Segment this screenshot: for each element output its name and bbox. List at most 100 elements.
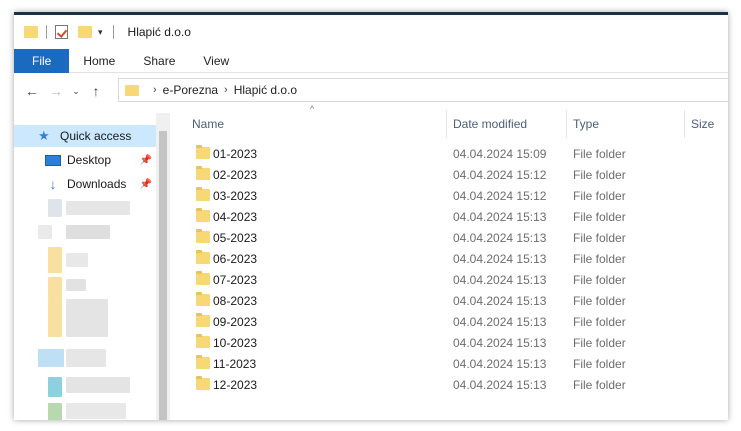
breadcrumb-separator-icon[interactable]: ›: [224, 84, 228, 96]
redacted-nav-label: [66, 279, 86, 291]
column-divider[interactable]: [566, 110, 567, 138]
table-row[interactable]: 02-2023 04.04.2024 15:12 File folder: [184, 164, 728, 185]
table-row[interactable]: 09-2023 04.04.2024 15:13 File folder: [184, 311, 728, 332]
file-date-modified: 04.04.2024 15:13: [453, 210, 547, 224]
file-type: File folder: [573, 357, 626, 371]
redacted-nav-label: [66, 225, 110, 239]
table-row[interactable]: 11-2023 04.04.2024 15:13 File folder: [184, 353, 728, 374]
pin-icon[interactable]: 📌: [140, 179, 152, 190]
folder-icon: [196, 292, 210, 306]
file-name: 07-2023: [213, 273, 258, 287]
file-explorer-window: ▾ Hlapić d.o.o File Home Share View ← → …: [14, 12, 728, 420]
nav-scrollbar-thumb[interactable]: [159, 131, 167, 420]
file-type: File folder: [573, 231, 626, 245]
redacted-nav-label: [66, 403, 126, 419]
file-name: 06-2023: [213, 252, 258, 266]
file-type: File folder: [573, 273, 626, 287]
folder-icon: [24, 26, 38, 38]
folder-icon: [196, 313, 210, 327]
table-row[interactable]: 05-2023 04.04.2024 15:13 File folder: [184, 227, 728, 248]
folder-icon: [196, 250, 210, 264]
download-icon: ↓: [49, 176, 57, 192]
desktop-icon: [45, 154, 61, 166]
file-date-modified: 04.04.2024 15:13: [453, 357, 547, 371]
file-type: File folder: [573, 315, 626, 329]
redacted-nav-label: [66, 253, 88, 267]
breadcrumb-item[interactable]: Hlapić d.o.o: [234, 83, 297, 97]
chevron-down-icon[interactable]: ⌄: [68, 86, 84, 97]
redacted-nav-icon: [48, 403, 62, 420]
sort-ascending-icon: ^: [310, 104, 315, 114]
file-type: File folder: [573, 168, 626, 182]
customize-toolbar-icon[interactable]: ▾: [98, 27, 103, 38]
file-type: File folder: [573, 378, 626, 392]
file-type: File folder: [573, 336, 626, 350]
table-row[interactable]: 06-2023 04.04.2024 15:13 File folder: [184, 248, 728, 269]
tab-file[interactable]: File: [14, 49, 70, 73]
file-name: 01-2023: [213, 147, 258, 161]
folder-icon: [196, 145, 210, 159]
redacted-nav-icon: [48, 377, 62, 397]
folder-icon: [196, 271, 210, 285]
file-name: 03-2023: [213, 189, 258, 203]
table-row[interactable]: 12-2023 04.04.2024 15:13 File folder: [184, 374, 728, 395]
nav-item-downloads[interactable]: ↓ Downloads 📌: [14, 173, 156, 195]
properties-icon[interactable]: [55, 25, 68, 39]
column-header-date[interactable]: Date modified: [453, 110, 527, 138]
table-row[interactable]: 08-2023 04.04.2024 15:13 File folder: [184, 290, 728, 311]
table-row[interactable]: 10-2023 04.04.2024 15:13 File folder: [184, 332, 728, 353]
file-name: 09-2023: [213, 315, 258, 329]
file-type: File folder: [573, 252, 626, 266]
file-date-modified: 04.04.2024 15:12: [453, 168, 547, 182]
nav-item-label: Desktop: [67, 153, 112, 167]
table-row[interactable]: 01-2023 04.04.2024 15:09 File folder: [184, 143, 728, 164]
nav-scrollbar[interactable]: [156, 113, 170, 420]
file-name: 11-2023: [213, 357, 257, 371]
folder-icon: [196, 334, 210, 348]
file-date-modified: 04.04.2024 15:13: [453, 378, 547, 392]
ribbon-tabs: File Home Share View: [14, 49, 728, 73]
folder-icon: [196, 187, 210, 201]
file-name: 05-2023: [213, 231, 258, 245]
table-row[interactable]: 07-2023 04.04.2024 15:13 File folder: [184, 269, 728, 290]
address-bar[interactable]: › e-Porezna › Hlapić d.o.o: [118, 78, 728, 102]
column-header-size[interactable]: Size: [691, 110, 714, 138]
column-header-name[interactable]: Name: [192, 110, 224, 138]
file-date-modified: 04.04.2024 15:13: [453, 336, 547, 350]
redacted-nav-label: [66, 201, 130, 215]
file-date-modified: 04.04.2024 15:12: [453, 189, 547, 203]
redacted-nav-icon: [38, 349, 64, 367]
column-divider[interactable]: [684, 110, 685, 138]
breadcrumb-item[interactable]: e-Porezna: [163, 83, 218, 97]
file-name: 08-2023: [213, 294, 258, 308]
nav-item-desktop[interactable]: Desktop 📌: [14, 149, 156, 171]
tab-share[interactable]: Share: [129, 49, 189, 73]
file-type: File folder: [573, 210, 626, 224]
file-type: File folder: [573, 294, 626, 308]
tab-view[interactable]: View: [189, 49, 243, 73]
table-row[interactable]: 03-2023 04.04.2024 15:12 File folder: [184, 185, 728, 206]
breadcrumb-separator-icon[interactable]: ›: [153, 84, 157, 96]
address-row: ← → ⌄ ↑ › e-Porezna › Hlapić d.o.o: [14, 77, 728, 105]
folder-icon: [125, 84, 139, 96]
file-date-modified: 04.04.2024 15:13: [453, 315, 547, 329]
column-divider[interactable]: [446, 110, 447, 138]
redacted-nav-icon: [38, 225, 52, 239]
table-row[interactable]: 04-2023 04.04.2024 15:13 File folder: [184, 206, 728, 227]
nav-item-quick-access[interactable]: ★ Quick access: [14, 125, 156, 147]
redacted-nav-label: [66, 377, 130, 393]
redacted-nav-label: [66, 299, 108, 337]
new-folder-icon[interactable]: [78, 26, 92, 38]
file-date-modified: 04.04.2024 15:13: [453, 231, 547, 245]
tab-home[interactable]: Home: [69, 49, 129, 73]
redacted-folder-icon: [48, 299, 62, 337]
column-header-type[interactable]: Type: [573, 110, 599, 138]
up-arrow-icon[interactable]: ↑: [84, 83, 108, 99]
pin-icon[interactable]: 📌: [140, 155, 152, 166]
folder-icon: [196, 355, 210, 369]
forward-arrow-icon[interactable]: →: [44, 83, 68, 99]
file-name: 02-2023: [213, 168, 258, 182]
file-list: ^ Name Date modified Type Size 01-2023 04…: [184, 104, 728, 420]
back-arrow-icon[interactable]: ←: [20, 83, 44, 99]
star-icon: ★: [38, 128, 50, 143]
